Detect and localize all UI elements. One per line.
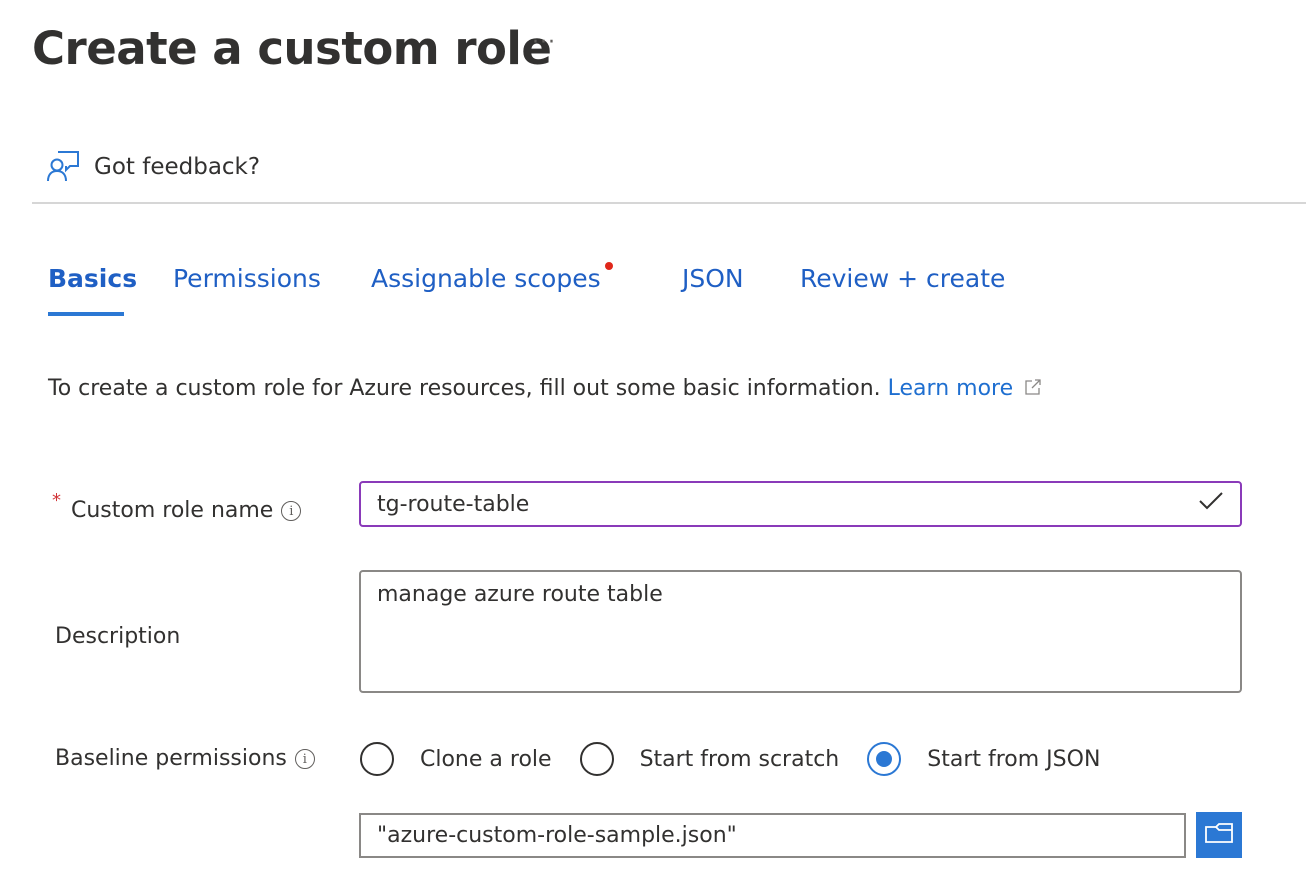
radio-label: Start from JSON (927, 746, 1101, 772)
active-tab-indicator (48, 312, 124, 316)
custom-role-name-label: * Custom role name i (52, 490, 302, 523)
error-indicator-dot (605, 262, 613, 270)
radio-clone-a-role[interactable]: Clone a role (360, 742, 552, 776)
checkmark-icon (1198, 491, 1224, 517)
radio-label: Clone a role (420, 746, 552, 772)
tab-json[interactable]: JSON (682, 264, 744, 293)
description-label: Description (55, 624, 180, 649)
intro-text: To create a custom role for Azure resour… (48, 376, 1042, 401)
baseline-radio-group: Clone a role Start from scratch Start fr… (360, 736, 1100, 782)
description-textarea[interactable]: manage azure route table (359, 570, 1242, 693)
custom-role-name-text: Custom role name (71, 498, 274, 523)
description-label-text: Description (55, 624, 181, 649)
tab-label: Basics (48, 264, 138, 293)
feedback-label: Got feedback? (94, 154, 261, 180)
baseline-permissions-text: Baseline permissions (55, 746, 287, 771)
radio-circle[interactable] (360, 742, 394, 776)
radio-circle[interactable] (579, 742, 614, 776)
required-marker: * (52, 490, 61, 511)
custom-role-name-value: tg-route-table (377, 491, 530, 517)
learn-more-label: Learn more (887, 376, 1014, 401)
more-options-button[interactable]: ··· (532, 30, 556, 55)
external-link-icon (1020, 376, 1042, 401)
feedback-button[interactable]: Got feedback? (46, 148, 260, 186)
radio-start-from-json[interactable]: Start from JSON (867, 742, 1100, 776)
radio-label: Start from scratch (639, 746, 840, 772)
tab-label: Review + create (800, 264, 1006, 293)
radio-circle-selected[interactable] (867, 742, 902, 776)
header-divider (32, 202, 1306, 204)
learn-more-link[interactable]: Learn more (888, 376, 1042, 401)
tab-basics[interactable]: Basics (48, 264, 138, 316)
radio-start-from-scratch[interactable]: Start from scratch (579, 742, 840, 776)
tab-label: JSON (682, 264, 744, 293)
tab-label: Permissions (173, 264, 321, 293)
description-value: manage azure route table (377, 582, 663, 607)
tab-permissions[interactable]: Permissions (173, 264, 321, 293)
info-icon[interactable]: i (281, 500, 302, 521)
tab-review-create[interactable]: Review + create (800, 264, 1005, 293)
info-icon[interactable]: i (294, 748, 315, 769)
folder-open-icon (1204, 821, 1234, 849)
intro-description: To create a custom role for Azure resour… (48, 376, 888, 401)
feedback-icon (46, 148, 80, 186)
custom-role-name-input[interactable]: tg-route-table (359, 481, 1242, 527)
tab-assignable-scopes[interactable]: Assignable scopes (371, 262, 613, 293)
tab-label: Assignable scopes (371, 264, 601, 293)
json-file-value: "azure-custom-role-sample.json" (377, 823, 737, 848)
baseline-permissions-label: Baseline permissions i (55, 746, 315, 771)
page-title: Create a custom role (32, 22, 552, 75)
browse-file-button[interactable] (1196, 812, 1242, 858)
json-file-input[interactable]: "azure-custom-role-sample.json" (359, 813, 1186, 858)
